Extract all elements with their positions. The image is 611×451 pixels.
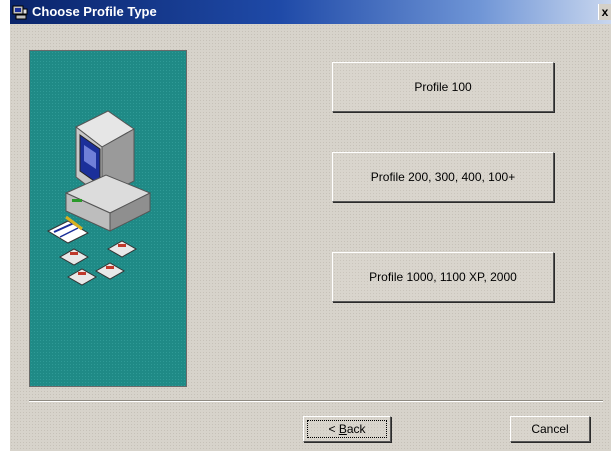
illustration-panel — [29, 50, 187, 387]
profile-1000-1100xp-2000-button[interactable]: Profile 1000, 1100 XP, 2000 — [332, 252, 554, 302]
profile-100-button[interactable]: Profile 100 — [332, 62, 554, 112]
back-button[interactable]: < Back — [303, 416, 391, 442]
close-button[interactable]: x — [598, 4, 611, 20]
window-title: Choose Profile Type — [32, 4, 157, 19]
focus-rectangle — [307, 420, 387, 438]
cancel-button[interactable]: Cancel — [510, 416, 590, 442]
footer-divider — [29, 400, 603, 402]
disk-icon — [58, 248, 90, 266]
profile-200-300-400-100plus-button[interactable]: Profile 200, 300, 400, 100+ — [332, 152, 554, 202]
computer-with-disks-illustration — [46, 110, 152, 286]
choose-profile-dialog: Choose Profile Type x Profile 100 Profil… — [10, 0, 611, 451]
wizard-app-icon — [12, 5, 28, 20]
title-bar[interactable]: Choose Profile Type x — [10, 0, 611, 24]
